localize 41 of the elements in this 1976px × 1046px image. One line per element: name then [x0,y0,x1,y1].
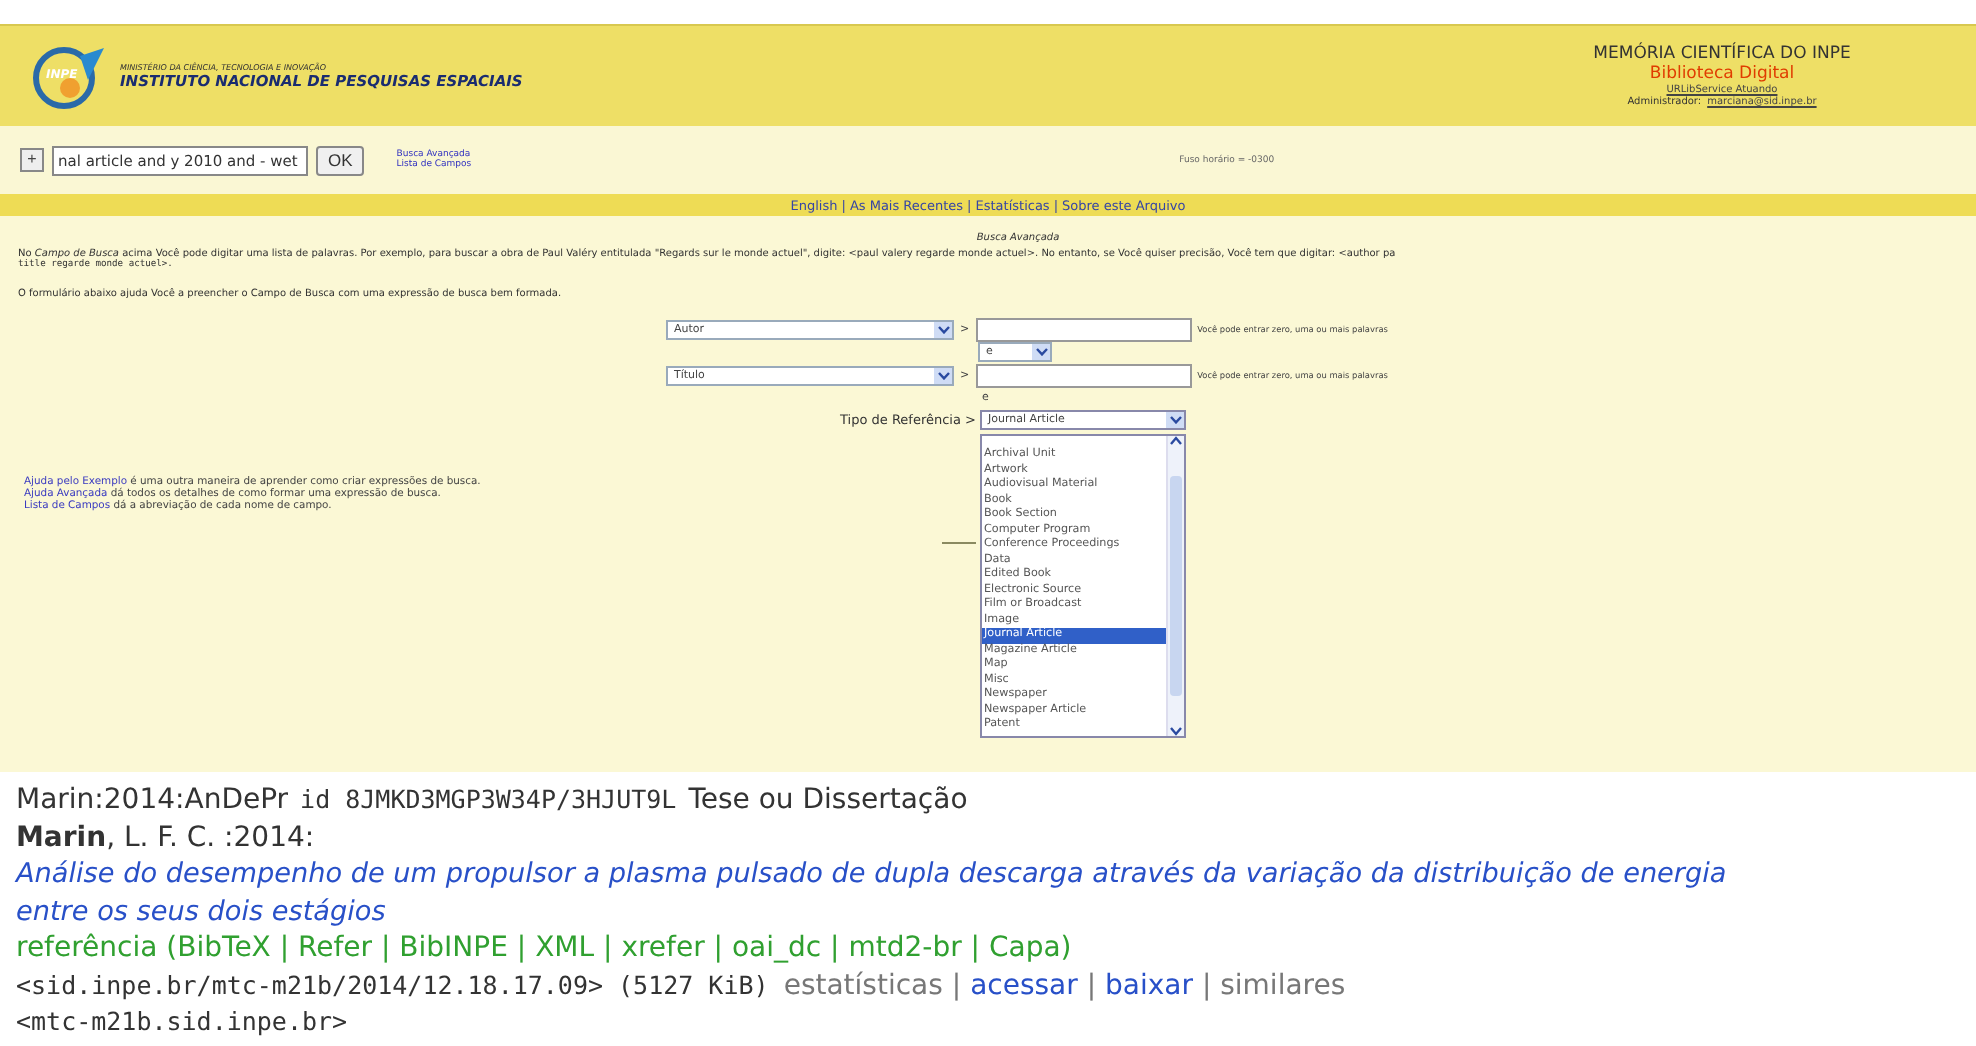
separator-text: | [601,930,615,967]
caret-icon [934,367,952,383]
record-type: Tese ou Dissertação [688,782,968,819]
record-author: Marin, L. F. C. :2014: [16,819,315,856]
ok-button[interactable]: OK [316,145,365,175]
separator-text: | [1084,967,1099,1004]
separator-text: | [514,930,529,967]
parenthesis-text: ( [164,930,178,967]
citation-key: Marin:2014:AnDePr [16,782,289,819]
caret-icon [934,321,952,337]
separator-text: | [949,967,964,1004]
scrollbar[interactable] [1166,436,1184,736]
separator-text: | [1199,967,1214,1004]
scroll-up-icon[interactable] [1170,436,1182,446]
action-link[interactable]: baixar [1105,967,1193,1004]
separator-text: | [968,930,983,967]
separator-text: | [277,930,292,967]
repository-text: <sid.inpe.br/mtc-m21b/2014/12.18.17.09> [16,967,603,1004]
record-title[interactable]: entre os seus dois estágios [16,893,386,930]
mirror-text: <mtc-m21b.sid.inpe.br> [16,1004,348,1040]
action-text[interactable]: estatísticas [783,967,943,1004]
parenthesis-text: ) [1060,930,1072,967]
term-input-field[interactable] [975,363,1192,387]
logo-icon [33,47,104,109]
separator-text: | [379,930,393,967]
scroll-down-icon[interactable] [1170,726,1182,736]
leader-line [942,542,976,544]
caret-icon [1032,344,1050,360]
caret-icon [1166,412,1184,428]
separator-text: | [828,930,842,967]
size-text: (5127 KiB) [616,967,771,1003]
record-id: id 8JMKD3MGP3W34P/3HJUT9L [300,782,677,818]
site-subtitle: Biblioteca Digital [1649,64,1795,84]
scroll-thumb[interactable] [1170,476,1182,696]
record-title[interactable]: Análise do desempenho de um propulsor a plasma pulsado de dupla descarga através da variação da distribuição de energia [16,856,1727,893]
expand-button[interactable]: + [20,148,44,172]
site-title: MEMÓRIA CIENTÍFICA DO INPE [1593,44,1851,64]
action-text[interactable]: similares [1220,967,1346,1004]
action-link[interactable]: acessar [970,967,1078,1004]
separator-text: | [711,930,726,967]
term-input-field[interactable] [975,317,1192,341]
